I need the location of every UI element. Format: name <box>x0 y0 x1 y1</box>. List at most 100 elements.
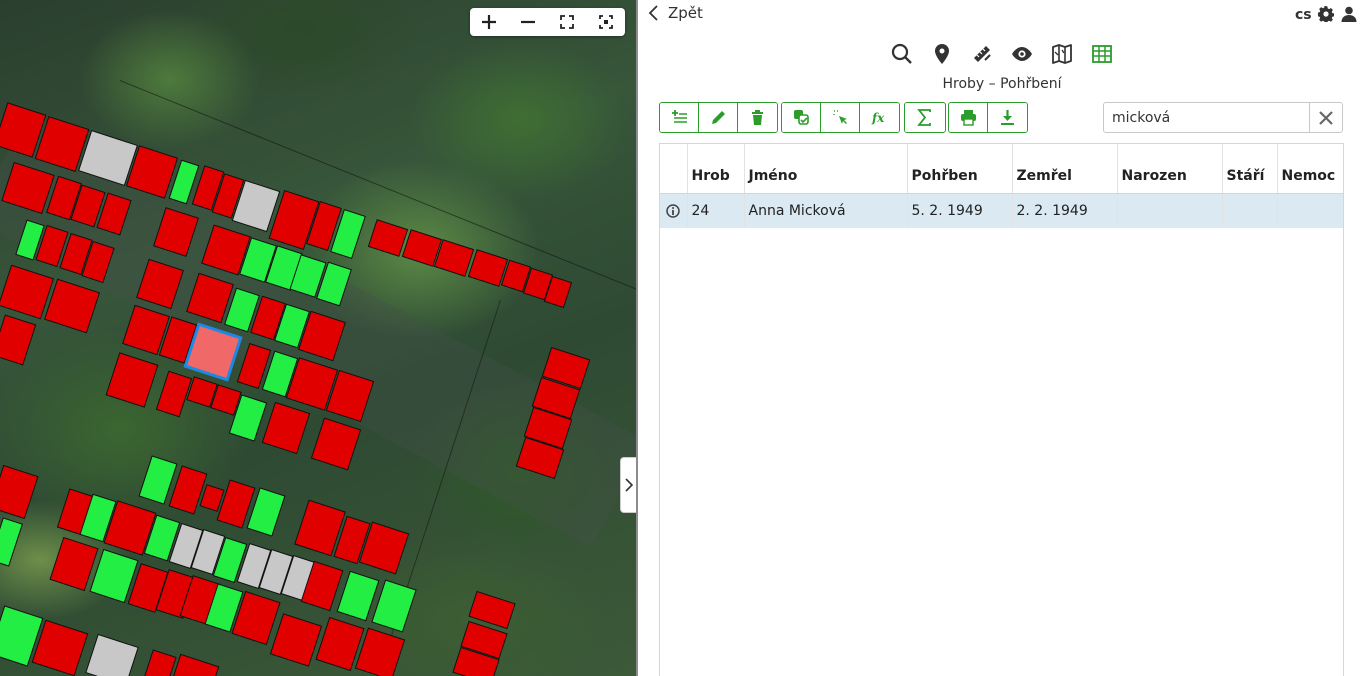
statistics-button[interactable] <box>905 103 944 132</box>
edit-button-group <box>659 102 778 133</box>
column-header-pohrben[interactable]: Pohřben <box>907 144 1013 194</box>
trash-icon <box>752 110 763 125</box>
back-label: Zpět <box>668 4 703 22</box>
column-header-hrob[interactable]: Hrob <box>687 144 745 194</box>
grave-plot[interactable] <box>136 258 184 310</box>
clear-search-button[interactable] <box>1309 103 1342 132</box>
grave-plot[interactable] <box>199 484 225 512</box>
collapse-panel-button[interactable] <box>620 457 637 513</box>
sum-button-group <box>904 102 946 133</box>
cell-narozen <box>1117 193 1223 228</box>
search-icon <box>891 43 912 64</box>
grave-plot[interactable] <box>153 207 199 257</box>
add-list-icon <box>671 110 687 123</box>
records-table: Hrob Jméno Pohřben Zemřel Narozen Stáří … <box>659 143 1344 676</box>
grave-plot[interactable] <box>143 649 177 676</box>
zoom-to-extent-icon <box>598 15 613 29</box>
panel-tabs <box>890 42 1114 66</box>
expression-filter-button[interactable]: fx <box>860 103 899 132</box>
cell-jmeno: Anna Micková <box>744 193 908 228</box>
grave-plot[interactable] <box>401 229 443 267</box>
fullscreen-button[interactable] <box>548 8 587 36</box>
zoom-out-icon <box>521 20 536 24</box>
row-info-cell[interactable] <box>660 193 688 228</box>
grave-plot[interactable] <box>0 264 55 320</box>
zoom-in-icon <box>482 15 497 29</box>
edit-record-button[interactable] <box>699 103 738 132</box>
add-record-button[interactable] <box>660 103 699 132</box>
grave-plot[interactable] <box>371 579 417 633</box>
grave-plot[interactable] <box>105 352 159 408</box>
grave-plot[interactable] <box>261 401 311 455</box>
search-input[interactable] <box>1104 103 1309 132</box>
print-button[interactable] <box>949 103 988 132</box>
delete-record-button[interactable] <box>738 103 777 132</box>
cell-hrob: 24 <box>687 193 745 228</box>
grave-plot[interactable] <box>172 653 220 676</box>
side-panel: Zpět cs Hroby – Pohřbení fx micková Hrob… <box>638 0 1366 676</box>
fullscreen-icon <box>559 15 574 29</box>
grave-plot[interactable] <box>310 417 362 471</box>
table-icon <box>1092 45 1112 63</box>
measure-icon <box>974 46 991 62</box>
grave-plot[interactable] <box>336 570 380 622</box>
column-header-jmeno[interactable]: Jméno <box>744 144 908 194</box>
grave-plot[interactable] <box>168 465 208 515</box>
download-button[interactable] <box>988 103 1027 132</box>
chevron-left-icon <box>648 5 658 21</box>
map-toolbar <box>470 8 625 36</box>
layers-select-icon <box>793 110 809 125</box>
tab-measure[interactable] <box>970 42 994 66</box>
column-header-nemoc[interactable]: Nemoc <box>1277 144 1343 194</box>
grave-plot[interactable] <box>78 129 138 187</box>
tab-search[interactable] <box>890 42 914 66</box>
grave-plot[interactable] <box>269 613 323 667</box>
grave-plot[interactable] <box>0 517 23 567</box>
grave-plot[interactable] <box>354 627 406 676</box>
grave-plot[interactable] <box>43 278 101 334</box>
grave-plot[interactable] <box>31 619 89 676</box>
grave-plot[interactable] <box>367 219 409 257</box>
close-icon <box>1319 110 1333 125</box>
tab-map[interactable] <box>1050 42 1074 66</box>
language-selector[interactable]: cs <box>1295 7 1312 23</box>
layers-select-button[interactable] <box>782 103 821 132</box>
grave-plot[interactable] <box>1 161 55 215</box>
grave-plot[interactable] <box>155 370 193 418</box>
map-select-button[interactable] <box>821 103 860 132</box>
column-header-zemrel[interactable]: Zemřel <box>1012 144 1118 194</box>
grave-plot[interactable] <box>467 249 509 287</box>
grave-plot[interactable] <box>0 464 39 520</box>
grave-plot[interactable] <box>468 590 516 630</box>
pencil-icon <box>711 111 725 124</box>
function-fx-icon: fx <box>871 111 885 125</box>
info-icon[interactable] <box>666 204 680 218</box>
search-box <box>1103 102 1343 133</box>
zoom-to-extent-button[interactable] <box>586 8 625 36</box>
user-icon[interactable] <box>1341 6 1357 22</box>
grave-plot[interactable] <box>49 536 99 592</box>
gear-icon[interactable] <box>1318 6 1334 22</box>
tab-location[interactable] <box>930 42 954 66</box>
panel-header: Zpět cs <box>638 0 1366 30</box>
chevron-right-icon <box>625 478 633 492</box>
grave-layer[interactable] <box>0 0 637 676</box>
grave-plot[interactable] <box>0 314 37 366</box>
tab-table[interactable] <box>1090 42 1114 66</box>
zoom-in-button[interactable] <box>470 8 509 36</box>
grave-plot[interactable] <box>186 272 234 324</box>
table-row[interactable]: 24 Anna Micková 5. 2. 1949 2. 2. 1949 <box>660 193 1343 228</box>
grave-plot[interactable] <box>433 239 475 277</box>
table-header-row: Hrob Jméno Pohřben Zemřel Narozen Stáří … <box>660 144 1343 194</box>
grave-plot[interactable] <box>85 633 139 676</box>
map-view[interactable] <box>0 0 637 676</box>
grave-plot[interactable] <box>138 455 178 505</box>
column-header-stari[interactable]: Stáří <box>1222 144 1278 194</box>
sigma-icon <box>917 109 931 126</box>
download-icon <box>1001 110 1014 125</box>
tab-visibility[interactable] <box>1010 42 1034 66</box>
cell-stari <box>1222 193 1278 228</box>
zoom-out-button[interactable] <box>509 8 548 36</box>
back-button[interactable]: Zpět <box>648 4 703 22</box>
column-header-narozen[interactable]: Narozen <box>1117 144 1223 194</box>
